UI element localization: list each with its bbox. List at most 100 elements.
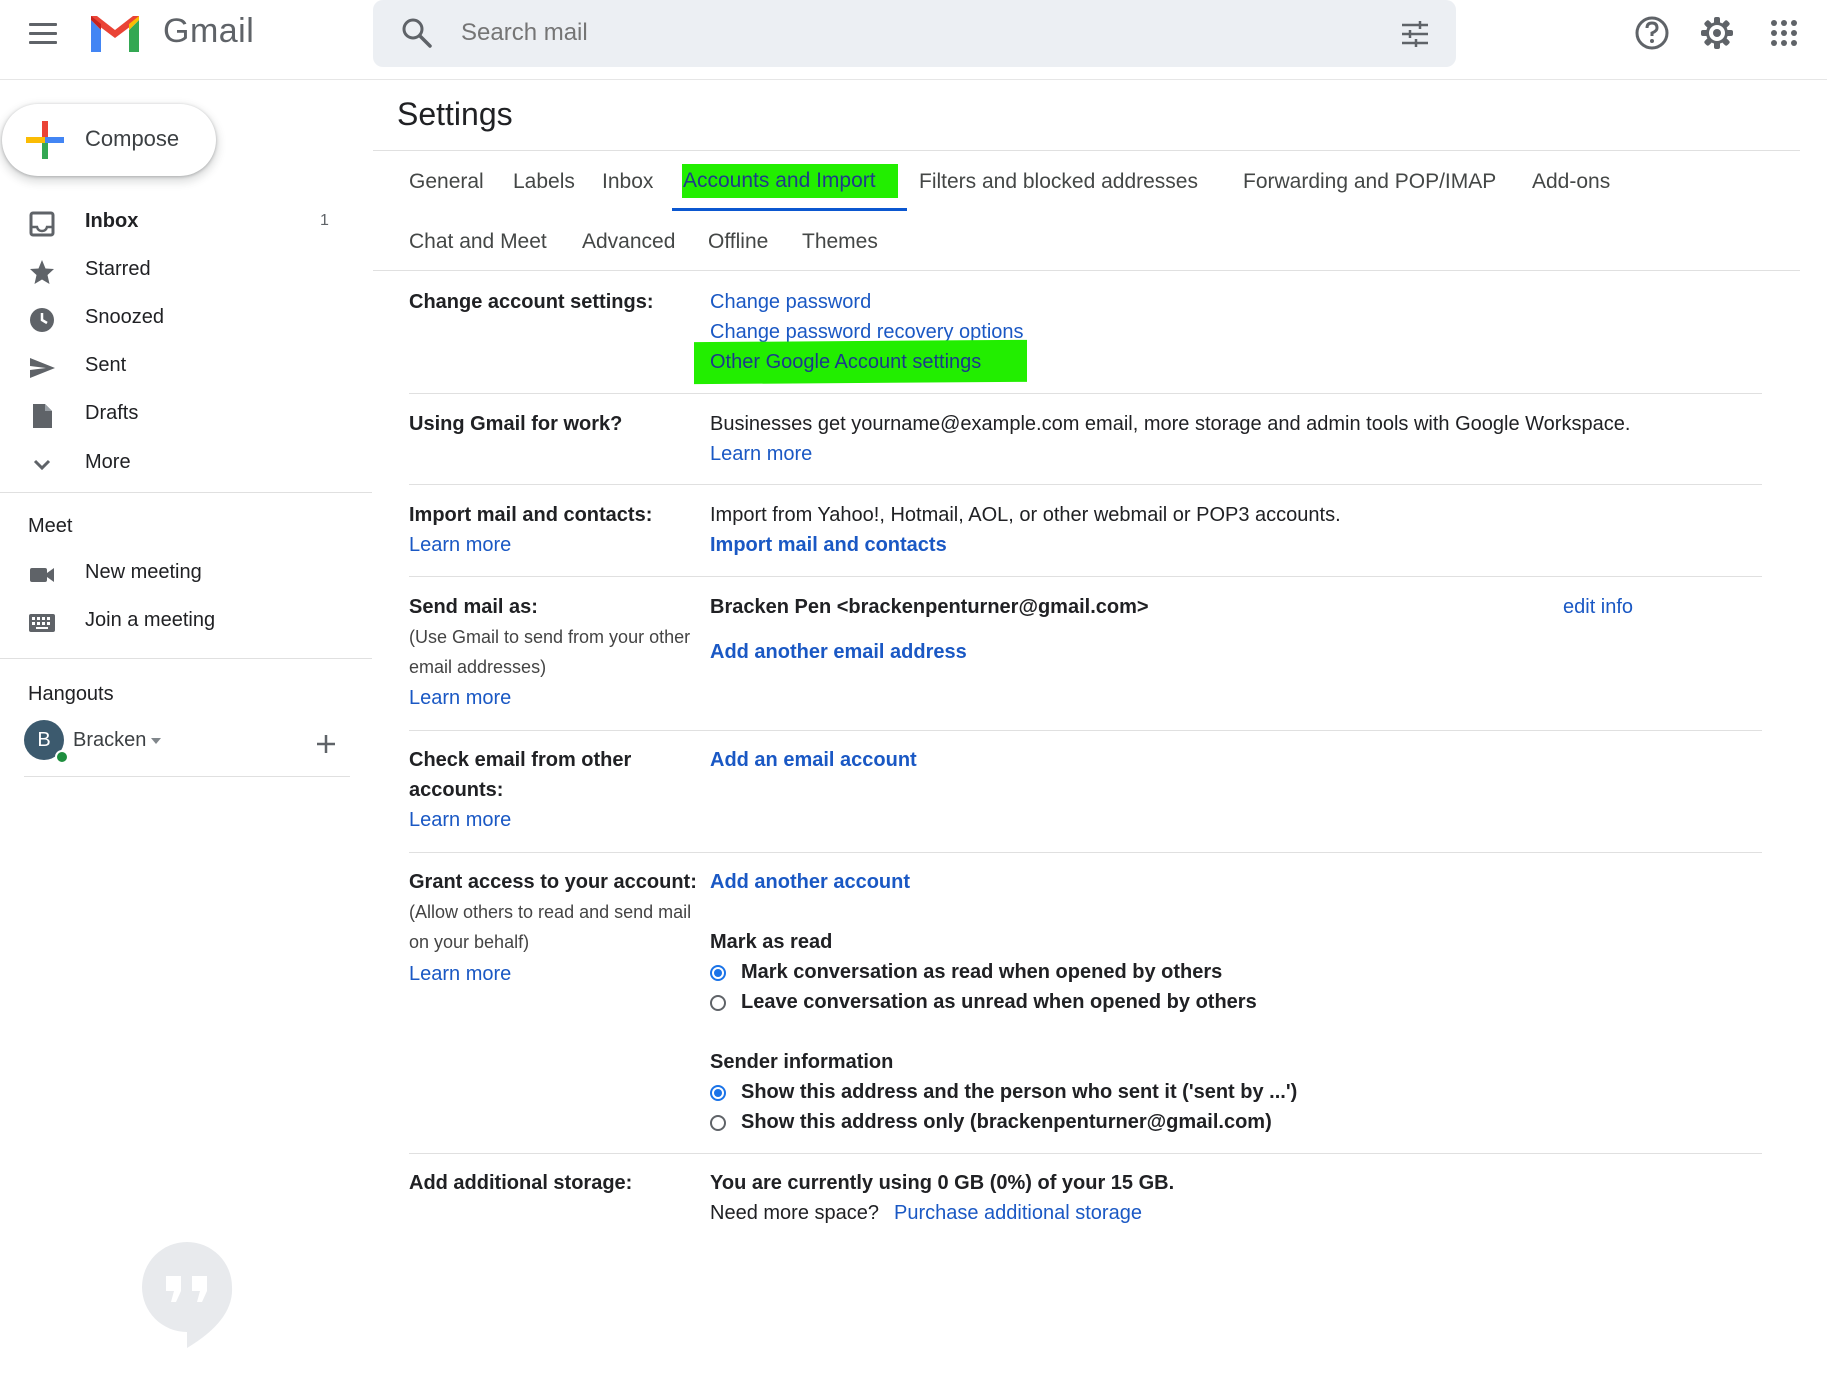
clock-icon [30, 308, 54, 332]
tab-accounts-and-import[interactable]: Accounts and Import [682, 164, 898, 198]
grant-learn-more-link[interactable]: Learn more [409, 963, 511, 986]
import-mail-button[interactable]: Import mail and contacts [710, 534, 947, 557]
send-as-address: Bracken Pen <brackenpenturner@gmail.com> [710, 596, 1149, 618]
search-options-icon[interactable] [1398, 17, 1432, 51]
storage-label: Add additional storage: [409, 1172, 633, 1194]
inbox-icon [29, 211, 55, 237]
tab-themes[interactable]: Themes [802, 230, 878, 254]
sidebar-item-label: Starred [85, 258, 151, 280]
add-email-address-button[interactable]: Add another email address [710, 641, 967, 664]
send-as-label: Send mail as: [409, 596, 538, 618]
search-bar[interactable] [373, 0, 1456, 67]
grant-access-label: Grant access to your account: [409, 871, 697, 893]
edit-info-link[interactable]: edit info [1563, 596, 1633, 619]
work-label: Using Gmail for work? [409, 413, 623, 435]
video-camera-icon [30, 568, 54, 582]
apps-grid-icon[interactable] [1764, 13, 1804, 53]
page-title: Settings [397, 96, 513, 132]
sidebar-item-starred[interactable]: Starred [0, 248, 372, 294]
storage-usage: You are currently using 0 GB (0%) of you… [710, 1172, 1175, 1194]
import-learn-more-link[interactable]: Learn more [409, 534, 511, 557]
hangouts-user-name[interactable]: Bracken [73, 729, 146, 752]
search-input[interactable] [459, 18, 1343, 48]
address-only-radio[interactable] [710, 1115, 726, 1131]
app-name: Gmail [163, 12, 255, 50]
draft-icon [33, 404, 52, 428]
row-divider [409, 484, 1762, 485]
meet-section-title: Meet [28, 515, 73, 537]
change-password-link[interactable]: Change password [710, 291, 871, 314]
tab-labels[interactable]: Labels [513, 170, 575, 194]
sidebar-item-label: Inbox [85, 210, 139, 232]
row-divider [409, 1153, 1762, 1154]
sidebar-divider [24, 776, 350, 777]
mark-read-radio[interactable] [710, 965, 726, 981]
check-email-label: accounts: [409, 779, 504, 801]
online-status-dot [55, 750, 69, 764]
row-divider [409, 576, 1762, 577]
main-menu-icon[interactable] [27, 20, 59, 48]
hangouts-section-title: Hangouts [28, 683, 114, 705]
compose-plus-icon [26, 121, 64, 159]
sidebar-item-label: New meeting [85, 561, 202, 583]
inbox-unread-count: 1 [320, 212, 329, 229]
sidebar-item-label: Join a meeting [85, 609, 216, 631]
leave-unread-option-label[interactable]: Leave conversation as unread when opened… [741, 991, 1257, 1014]
sidebar-item-label: Drafts [85, 402, 139, 424]
address-only-option-label[interactable]: Show this address only (brackenpenturner… [741, 1111, 1272, 1134]
import-description: Import from Yahoo!, Hotmail, AOL, or oth… [710, 504, 1341, 526]
grant-access-note: (Allow others to read and send mail [409, 902, 692, 922]
sidebar-item-inbox[interactable]: Inbox 1 [0, 200, 372, 246]
sidebar-item-label: Snoozed [85, 306, 164, 328]
change-account-label: Change account settings: [409, 291, 654, 313]
sidebar-item-new-meeting[interactable]: New meeting [0, 551, 372, 597]
tab-addons[interactable]: Add-ons [1532, 170, 1610, 194]
top-bar: Gmail [0, 0, 1827, 80]
add-email-account-button[interactable]: Add an email account [710, 749, 917, 772]
workspace-text: Businesses get yourname@example.com emai… [710, 413, 1631, 435]
send-as-learn-more-link[interactable]: Learn more [409, 687, 511, 710]
check-email-label: Check email from other [409, 749, 632, 771]
send-as-note: email addresses) [409, 657, 547, 677]
settings-gear-icon[interactable] [1697, 13, 1737, 53]
other-account-settings-link[interactable]: Other Google Account settings [710, 351, 981, 374]
compose-button[interactable]: Compose [2, 104, 216, 176]
tab-advanced[interactable]: Advanced [582, 230, 675, 254]
help-icon[interactable] [1632, 13, 1672, 53]
row-divider [409, 393, 1762, 394]
purchase-storage-link[interactable]: Purchase additional storage [894, 1202, 1142, 1225]
tab-offline[interactable]: Offline [708, 230, 768, 254]
sidebar-item-drafts[interactable]: Drafts [0, 392, 372, 438]
sent-by-radio[interactable] [710, 1085, 726, 1101]
mark-read-option-label[interactable]: Mark conversation as read when opened by… [741, 961, 1222, 984]
row-divider [409, 730, 1762, 731]
tab-forwarding[interactable]: Forwarding and POP/IMAP [1243, 170, 1496, 194]
tabs-divider [373, 270, 1800, 271]
sidebar-item-join-meeting[interactable]: Join a meeting [0, 599, 372, 645]
search-icon[interactable] [400, 16, 434, 50]
add-another-account-button[interactable]: Add another account [710, 871, 910, 894]
leave-unread-radio[interactable] [710, 995, 726, 1011]
sent-by-option-label[interactable]: Show this address and the person who sen… [741, 1081, 1297, 1104]
send-as-note: (Use Gmail to send from your other [409, 627, 691, 647]
grant-access-note: on your behalf) [409, 932, 530, 952]
mark-as-read-title: Mark as read [710, 931, 833, 953]
import-label: Import mail and contacts: [409, 504, 653, 526]
tab-inbox[interactable]: Inbox [602, 170, 653, 194]
settings-header-divider [373, 150, 1800, 151]
gmail-logo-icon[interactable] [87, 12, 143, 56]
send-icon [30, 358, 55, 378]
check-email-learn-more-link[interactable]: Learn more [409, 809, 511, 832]
sidebar-item-snoozed[interactable]: Snoozed [0, 296, 372, 342]
storage-prompt: Need more space? [710, 1202, 879, 1224]
sidebar-item-sent[interactable]: Sent [0, 344, 372, 390]
tab-filters[interactable]: Filters and blocked addresses [919, 170, 1198, 194]
sidebar-item-more[interactable]: More [0, 441, 372, 487]
sidebar-divider [0, 658, 372, 659]
caret-down-icon[interactable] [150, 736, 162, 746]
add-hangout-plus-icon[interactable] [314, 732, 338, 756]
tab-general[interactable]: General [409, 170, 484, 194]
work-learn-more-link[interactable]: Learn more [710, 443, 812, 466]
sender-info-title: Sender information [710, 1051, 894, 1073]
tab-chat-and-meet[interactable]: Chat and Meet [409, 230, 547, 254]
